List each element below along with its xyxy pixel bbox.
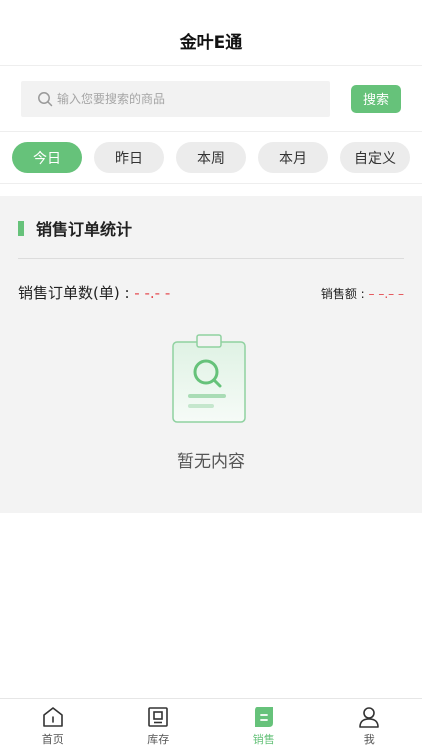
- nav-label-sales: 销售: [252, 733, 275, 746]
- section-header: 销售订单统计: [18, 216, 132, 240]
- sales-amount-stat: 销售额 : – –.– –: [321, 285, 404, 302]
- nav-item-home[interactable]: 首页: [0, 699, 106, 750]
- order-count-stat: 销售订单数(单) : - -.- -: [18, 282, 170, 303]
- page-title: 金叶E通: [179, 33, 243, 53]
- nav-item-inventory[interactable]: 库存: [106, 699, 212, 750]
- nav-item-sales[interactable]: 销售: [211, 699, 317, 750]
- section-accent-bar: [18, 220, 24, 236]
- section-title: 销售订单统计: [36, 220, 133, 239]
- search-button[interactable]: 搜索: [351, 84, 401, 113]
- empty-clipboard-icon: [172, 334, 246, 423]
- app-header: 金叶E通: [0, 0, 422, 66]
- nav-label-me: 我: [363, 733, 375, 746]
- sales-amount-value: – –.– –: [368, 287, 404, 301]
- date-filter-tabs: 今日 昨日 本周 本月 自定义: [0, 132, 422, 184]
- empty-state-text: 暂无内容: [177, 452, 245, 472]
- tab-custom[interactable]: 自定义: [340, 142, 410, 173]
- search-icon: [38, 91, 53, 106]
- bottom-nav: 首页 库存 销售 我: [0, 698, 422, 750]
- sales-icon: [254, 707, 273, 727]
- sales-amount-label: 销售额 :: [320, 287, 369, 301]
- divider: [18, 258, 404, 259]
- nav-item-me[interactable]: 我: [317, 699, 422, 750]
- order-count-value: - -.- -: [134, 284, 171, 302]
- order-count-label: 销售订单数(单) :: [18, 284, 135, 302]
- sales-stats-panel: 销售订单统计 销售订单数(单) : - -.- - 销售额 : – –.– – …: [0, 196, 422, 513]
- user-icon: [359, 707, 380, 728]
- tab-this-month[interactable]: 本月: [258, 142, 328, 173]
- tab-this-week[interactable]: 本周: [176, 142, 246, 173]
- search-row: 搜索: [0, 66, 422, 132]
- search-input[interactable]: [57, 91, 307, 106]
- inventory-icon: [148, 707, 169, 727]
- nav-label-inventory: 库存: [147, 733, 170, 746]
- search-box[interactable]: [21, 80, 330, 117]
- tab-today[interactable]: 今日: [12, 142, 82, 173]
- home-icon: [42, 707, 63, 727]
- tab-yesterday[interactable]: 昨日: [94, 142, 164, 173]
- nav-label-home: 首页: [41, 733, 64, 746]
